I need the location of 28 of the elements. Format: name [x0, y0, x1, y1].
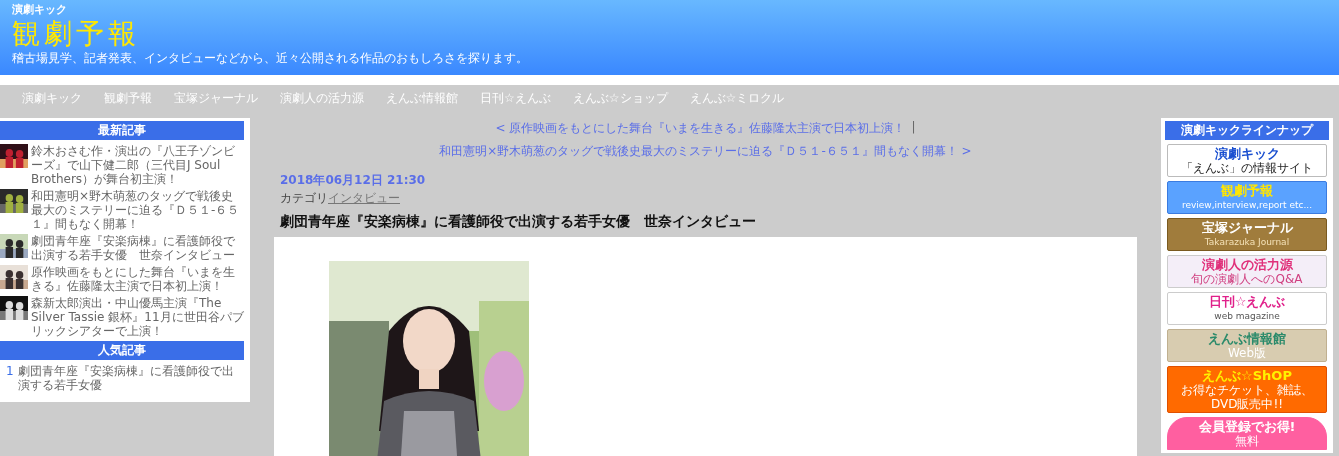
banner-link[interactable]: 宝塚ジャーナル Takarazuka Journal: [1167, 218, 1327, 251]
category-label: カテゴリ: [280, 190, 328, 207]
article-link[interactable]: 劇団青年座『安楽病棟』に看護師役で出演する若手女優: [17, 364, 244, 392]
article-link[interactable]: 鈴木おさむ作・演出の『八王子ゾンビーズ』で山下健二郎（三代目J Soul Brothers）が舞台初主演！: [31, 144, 244, 186]
site-label: 演劇キック: [12, 2, 68, 17]
banner-link[interactable]: 日刊☆えんぶ web magazine: [1167, 292, 1327, 325]
article-link[interactable]: 森新太郎演出・中山優馬主演『The Silver Tassie 銀杯』11月に世田谷パブリックシアターで上演！: [31, 296, 244, 338]
tagline: 稽古場見学、記者発表、インタビューなどから、近々公開される作品のおもしろさを探ります。: [12, 50, 529, 67]
article-link[interactable]: 和田憲明×野木萌葱のタッグで戦後史最大のミステリーに迫る『Ｄ５１-６５１』間もなく開幕！: [31, 189, 244, 231]
post-title: 劇団青年座『安楽病棟』に看護師役で出演する若手女優 世奈インタビュー: [280, 213, 757, 231]
banner-link[interactable]: 演劇人の活力源 旬の演劇人へのQ&A: [1167, 255, 1327, 288]
section-heading: 人気記事: [0, 341, 244, 360]
banner-link[interactable]: えんぶ情報館 Web版: [1167, 329, 1327, 362]
category-link[interactable]: インタビュー: [328, 190, 400, 207]
rank-number: 1: [6, 364, 14, 380]
banner-link[interactable]: 演劇キック 「えんぶ」の情報サイト: [1167, 144, 1327, 177]
next-post-link[interactable]: 和田憲明×野木萌葱のタッグで戦後史最大のミステリーに迫る『Ｄ５１-６５１』間もなく開幕！ >: [439, 143, 972, 160]
article-link[interactable]: 劇団青年座『安楽病棟』に看護師役で出演する若手女優 世奈インタビュー: [31, 234, 244, 262]
section-heading: 最新記事: [0, 121, 244, 140]
post-date: 2018年06月12日 21:30: [280, 172, 427, 189]
separator: |: [911, 120, 916, 136]
banner-link[interactable]: 会員登録でお得! 無料: [1167, 417, 1327, 450]
banner-link[interactable]: えんぶ☆ShOP お得なチケット、雑誌、DVD販売中!!: [1167, 366, 1327, 413]
previous-post-link[interactable]: < 原作映画をもとにした舞台『いまを生きる』佐藤隆太主演で日本初上演！: [495, 120, 906, 137]
article-link[interactable]: 原作映画をもとにした舞台『いまを生きる』佐藤隆太主演で日本初上演！: [31, 265, 244, 293]
banner-link[interactable]: 観劇予報 review,interview,report etc...: [1167, 181, 1327, 214]
section-heading: 演劇キックラインナップ: [1165, 121, 1329, 140]
site-title[interactable]: 観劇予報: [12, 17, 1327, 50]
